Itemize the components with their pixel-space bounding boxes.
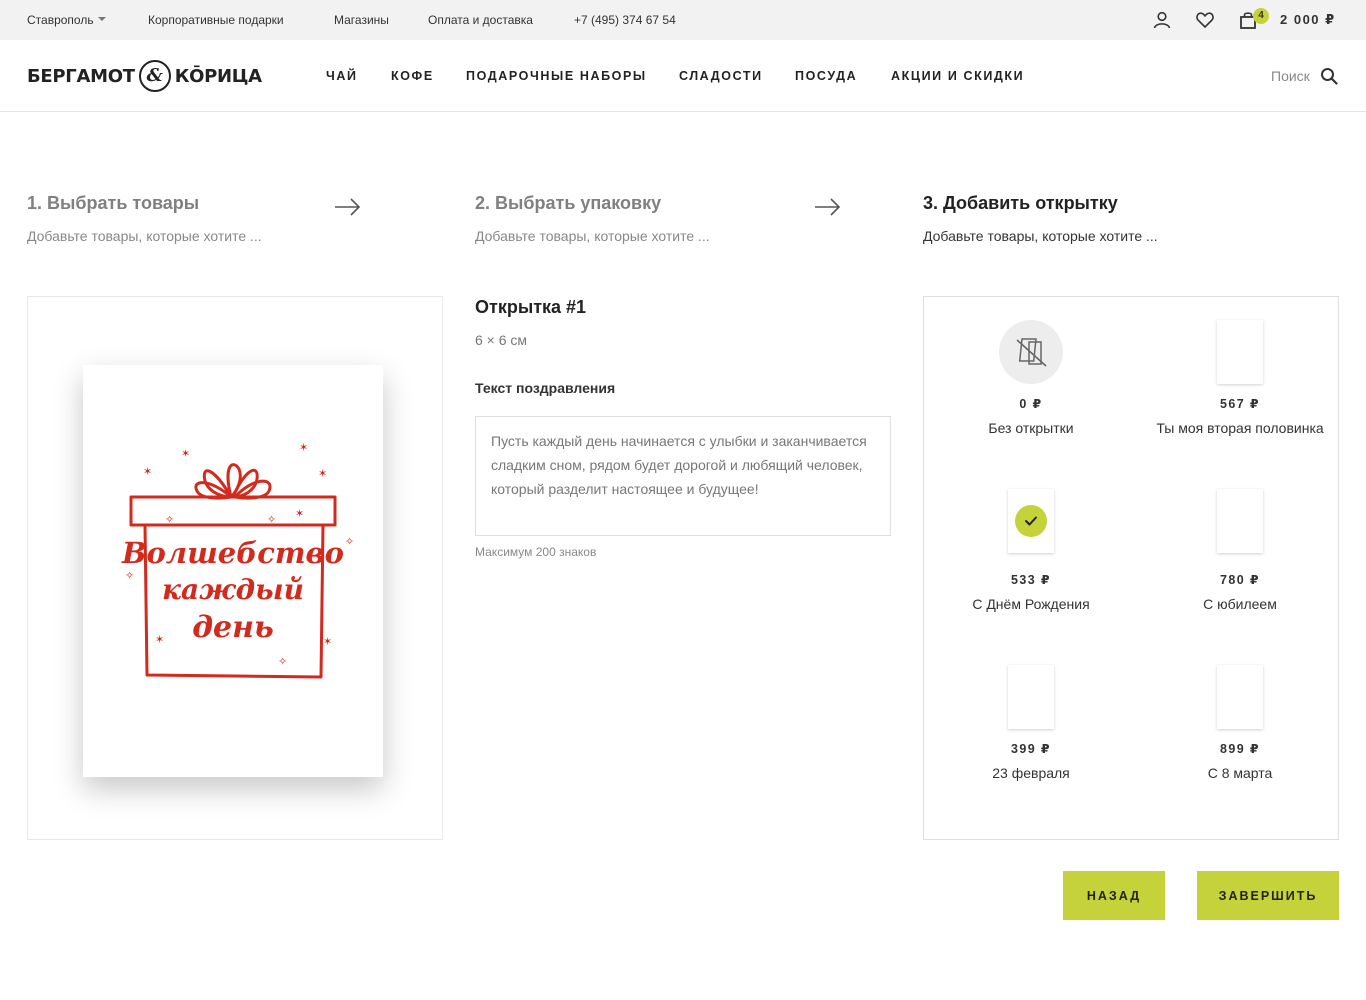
nav-sales[interactable]: АКЦИИ И СКИДКИ (891, 69, 1024, 83)
svg-text:✶: ✶ (299, 441, 308, 454)
card-line-3: день (192, 610, 274, 645)
option-name: 23 февраля (992, 765, 1070, 781)
step-3-subtitle: Добавьте товары, которые хотите ... (923, 228, 1158, 244)
svg-text:✧: ✧ (165, 513, 174, 526)
step-1-subtitle: Добавьте товары, которые хотите ... (27, 228, 262, 244)
card-option-birthday[interactable]: 533 ₽ С Днём Рождения (931, 477, 1131, 627)
card-line-2: каждый (162, 573, 304, 606)
arrow-right-icon (335, 198, 361, 216)
card-thumbnail (1217, 320, 1263, 384)
link-stores[interactable]: Магазины (334, 13, 389, 27)
logo-text-right: КŌРИЦА (174, 65, 262, 87)
step-2-subtitle: Добавьте товары, которые хотите ... (475, 228, 710, 244)
card-size: 6 × 6 см (475, 332, 528, 348)
svg-text:✧: ✧ (267, 513, 276, 526)
city-selector[interactable]: Ставрополь (27, 13, 106, 27)
svg-text:✶: ✶ (318, 467, 327, 480)
card-option-mar8[interactable]: 899 ₽ С 8 марта (1140, 653, 1340, 803)
nav-tableware[interactable]: ПОСУДА (795, 69, 857, 83)
card-option-feb23[interactable]: 399 ₽ 23 февраля (931, 653, 1131, 803)
logo-text-left: БЕРГАМОТ (27, 65, 135, 87)
no-card-icon (999, 320, 1063, 384)
logo-ampersand: & (138, 60, 171, 92)
greeting-text-label: Текст поздравления (475, 380, 616, 396)
option-name: С Днём Рождения (972, 596, 1090, 612)
svg-text:✧: ✧ (345, 535, 354, 548)
nav-coffee[interactable]: КОФЕ (391, 69, 434, 83)
step-1-title[interactable]: 1. Выбрать товары (27, 193, 199, 214)
user-icon[interactable] (1152, 10, 1172, 30)
link-payment-delivery[interactable]: Оплата и доставка (428, 13, 533, 27)
greeting-text-field[interactable]: Пусть каждый день начинается с улыбки и … (475, 416, 891, 536)
card-thumbnail (1217, 665, 1263, 729)
gift-box-illustration: ✶ ✶ ✶ ✶ ✧ ✧ ✶ ✶ ✶ ✧ ✧ ✧ Волшебство кажды… (121, 441, 354, 679)
city-label: Ставрополь (27, 13, 94, 27)
card-preview-image: ✶ ✶ ✶ ✶ ✧ ✧ ✶ ✶ ✶ ✧ ✧ ✧ Волшебство кажды… (83, 365, 383, 777)
cart-total[interactable]: 2 000 ₽ (1280, 12, 1336, 28)
svg-text:✶: ✶ (143, 465, 152, 478)
option-price: 399 ₽ (1010, 742, 1052, 756)
arrow-right-icon (815, 198, 841, 216)
back-button[interactable]: НАЗАД (1063, 871, 1165, 920)
step-3-title[interactable]: 3. Добавить открытку (923, 193, 1118, 214)
option-name: Без открытки (988, 420, 1074, 436)
option-name: Ты моя вторая половинка (1156, 420, 1324, 436)
heart-icon[interactable] (1195, 10, 1215, 30)
svg-text:✶: ✶ (181, 447, 190, 460)
option-price: 899 ₽ (1219, 742, 1261, 756)
logo[interactable]: БЕРГАМОТ & КŌРИЦА (27, 59, 262, 93)
search-input[interactable]: Поиск (1271, 68, 1310, 84)
svg-text:✧: ✧ (125, 569, 134, 582)
card-option-jubilee[interactable]: 780 ₽ С юбилеем (1140, 477, 1340, 627)
main-header: БЕРГАМОТ & КŌРИЦА ЧАЙ КОФЕ ПОДАРОЧНЫЕ НА… (0, 40, 1366, 112)
nav-sweets[interactable]: СЛАДОСТИ (679, 69, 763, 83)
chevron-down-icon (97, 16, 106, 21)
option-name: С юбилеем (1203, 596, 1277, 612)
check-icon (1015, 505, 1047, 537)
card-option-half[interactable]: 567 ₽ Ты моя вторая половинка (1140, 297, 1340, 467)
card-options-panel: 0 ₽ Без открытки 567 ₽ Ты моя вторая пол… (923, 296, 1339, 840)
card-option-none[interactable]: 0 ₽ Без открытки (931, 297, 1131, 467)
card-line-1: Волшебство (121, 536, 344, 570)
link-corporate-gifts[interactable]: Корпоративные подарки (148, 13, 284, 27)
card-title: Открытка #1 (475, 297, 587, 317)
phone-link[interactable]: +7 (495) 374 67 54 (574, 13, 676, 27)
svg-text:✶: ✶ (323, 635, 332, 648)
option-price: 567 ₽ (1219, 397, 1261, 411)
svg-text:✶: ✶ (155, 633, 164, 646)
cart-count-badge: 4 (1253, 8, 1269, 24)
finish-button[interactable]: ЗАВЕРШИТЬ (1197, 871, 1339, 920)
nav-gift-sets[interactable]: ПОДАРОЧНЫЕ НАБОРЫ (466, 69, 647, 83)
svg-text:✧: ✧ (278, 655, 287, 668)
option-name: С 8 марта (1207, 765, 1273, 781)
card-thumbnail (1008, 665, 1054, 729)
option-price: 780 ₽ (1219, 573, 1261, 587)
top-bar: Ставрополь Корпоративные подарки Магазин… (0, 0, 1366, 40)
svg-text:✶: ✶ (295, 507, 304, 520)
char-limit-hint: Максимум 200 знаков (475, 545, 597, 559)
option-price: 533 ₽ (1010, 573, 1052, 587)
card-thumbnail (1217, 489, 1263, 553)
step-2-title[interactable]: 2. Выбрать упаковку (475, 193, 661, 214)
card-preview-panel: ✶ ✶ ✶ ✶ ✧ ✧ ✶ ✶ ✶ ✧ ✧ ✧ Волшебство кажды… (27, 296, 443, 840)
search-icon[interactable] (1320, 67, 1338, 85)
option-price: 0 ₽ (1019, 397, 1043, 411)
nav-tea[interactable]: ЧАЙ (326, 69, 358, 83)
